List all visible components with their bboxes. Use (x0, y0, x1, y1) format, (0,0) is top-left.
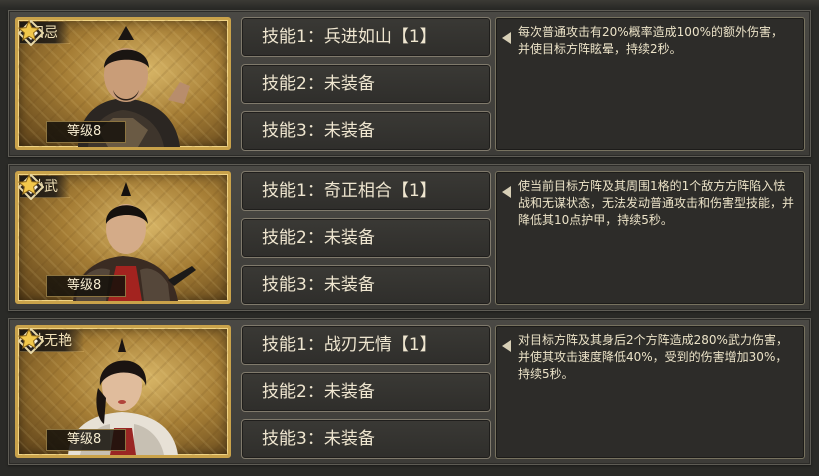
star-icon (18, 174, 40, 196)
skill-slot-1[interactable]: 技能1：奇正相合【1】 (241, 171, 491, 211)
skill-description-text: 对目标方阵及其身后2个方阵造成280%武力伤害，并使其攻击速度降低40%，受到的… (518, 333, 788, 381)
hero-row-1: 田忌 等级8 技能1：兵进如山【1】 技能2：未装备 技能3：未装备 每次普通攻… (8, 10, 811, 157)
hero-row-3: 钟无艳 等级8 技能1：战刃无情【1】 技能2：未装备 技能3：未装备 对目标方… (8, 318, 811, 465)
skill-slot-2[interactable]: 技能2：未装备 (241, 218, 491, 258)
arrow-left-icon (502, 186, 511, 198)
star-icon (18, 20, 40, 42)
skill-slot-2[interactable]: 技能2：未装备 (241, 372, 491, 412)
hero-level: 等级8 (46, 121, 126, 143)
skill-description: 每次普通攻击有20%概率造成100%的额外伤害，并使目标方阵眩晕，持续2秒。 (495, 17, 805, 151)
hero-portrait-1[interactable]: 田忌 等级8 (15, 17, 231, 150)
skill-description-text: 使当前目标方阵及其周围1格的1个敌方方阵陷入怯战和无谋状态，无法发动普通攻击和伤… (518, 179, 795, 227)
hero-portrait-3[interactable]: 钟无艳 等级8 (15, 325, 231, 458)
skill-slot-3[interactable]: 技能3：未装备 (241, 111, 491, 151)
arrow-left-icon (502, 340, 511, 352)
skill-description: 使当前目标方阵及其周围1格的1个敌方方阵陷入怯战和无谋状态，无法发动普通攻击和伤… (495, 171, 805, 305)
skill-description-text: 每次普通攻击有20%概率造成100%的额外伤害，并使目标方阵眩晕，持续2秒。 (518, 25, 783, 56)
hero-level: 等级8 (46, 429, 126, 451)
arrow-left-icon (502, 32, 511, 44)
top-strip (0, 0, 819, 8)
hero-level: 等级8 (46, 275, 126, 297)
skill-slot-3[interactable]: 技能3：未装备 (241, 419, 491, 459)
skill-slot-3[interactable]: 技能3：未装备 (241, 265, 491, 305)
star-icon (18, 328, 40, 350)
skill-slot-1[interactable]: 技能1：兵进如山【1】 (241, 17, 491, 57)
hero-portrait-2[interactable]: 孙武 等级8 (15, 171, 231, 304)
hero-row-2: 孙武 等级8 技能1：奇正相合【1】 技能2：未装备 技能3：未装备 使当前目标… (8, 164, 811, 311)
skill-slot-2[interactable]: 技能2：未装备 (241, 64, 491, 104)
skill-slot-1[interactable]: 技能1：战刃无情【1】 (241, 325, 491, 365)
skill-description: 对目标方阵及其身后2个方阵造成280%武力伤害，并使其攻击速度降低40%，受到的… (495, 325, 805, 459)
